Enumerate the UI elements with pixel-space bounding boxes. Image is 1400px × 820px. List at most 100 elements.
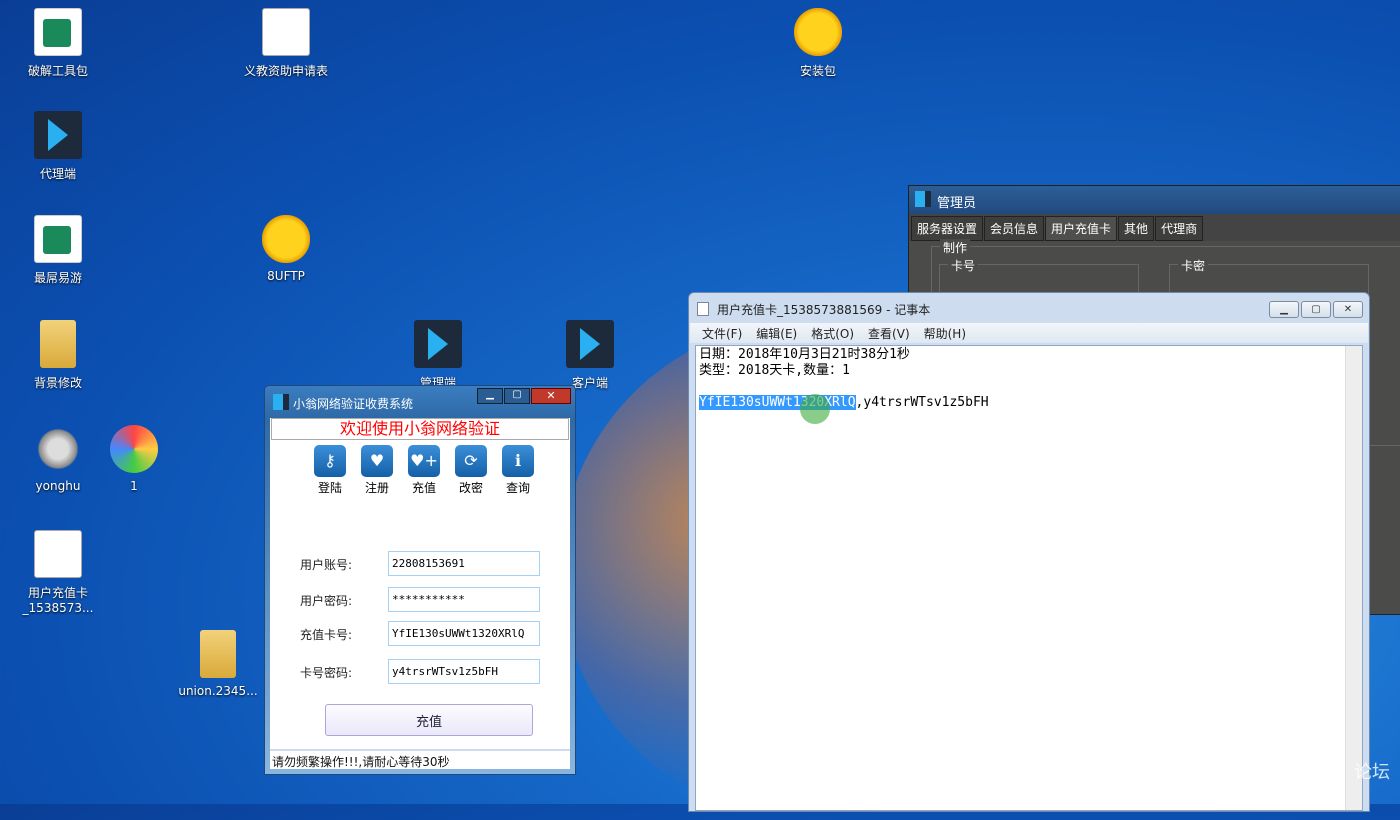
pic-file-icon	[110, 425, 158, 473]
recharge-submit-button[interactable]: 充值	[325, 704, 533, 736]
toolbar-button-label: 注册	[364, 481, 389, 495]
client-title: 小翁网络验证收费系统	[293, 397, 414, 411]
menu-help[interactable]: 帮助(H)	[924, 325, 966, 341]
desktop-icon-label: 用户充值卡_1538573...	[22, 586, 94, 615]
folder-file-icon	[200, 630, 236, 678]
minimize-button[interactable]: ▁	[1269, 301, 1299, 318]
field-label: 充值卡号:	[300, 628, 353, 642]
card-no-label: 卡号	[948, 257, 979, 274]
notepad-window[interactable]: 用户充值卡_1538573881569 - 记事本 ▁ ▢ ✕ 文件(F) 编辑(E…	[688, 292, 1370, 812]
ftp-file-icon	[794, 8, 842, 56]
client-toolbar: ⚷ 登陆 ♥ 注册 ♥+ 充值 ⟳ 改密 ℹ 查询	[270, 440, 570, 496]
toolbar-button[interactable]: ♥+ 充值	[406, 445, 442, 496]
toolbar-button-label: 充值	[411, 481, 436, 495]
app-logo-icon	[915, 191, 931, 207]
notepad-titlebar[interactable]: 用户充值卡_1538573881569 - 记事本 ▁ ▢ ✕	[689, 293, 1369, 323]
tab-other[interactable]: 其他	[1118, 216, 1155, 241]
form-row: 用户密码:	[300, 587, 540, 612]
selected-text: YfIE130sUWWt1320XRlQ	[699, 395, 856, 410]
tab-server-settings[interactable]: 服务器设置	[911, 216, 984, 241]
desktop-icon[interactable]: 破解工具包	[13, 8, 103, 79]
admin-titlebar[interactable]: 管理员	[909, 186, 1400, 214]
desktop-icon[interactable]: 义教资助申请表	[241, 8, 331, 79]
toolbar-button-label: 改密	[458, 481, 483, 495]
field-input[interactable]	[388, 587, 540, 612]
desktop-icon[interactable]: 最屌易游	[13, 215, 103, 286]
close-button[interactable]: ✕	[531, 388, 571, 404]
tab-recharge-cards[interactable]: 用户充值卡	[1045, 216, 1118, 241]
notepad-text-area[interactable]: 日期：2018年10月3日21时38分1秒 类型：2018天卡,数量：1 YfI…	[695, 345, 1363, 811]
desktop-icon[interactable]: union.2345...	[173, 630, 263, 698]
form-row: 用户账号:	[300, 551, 540, 576]
admin-title: 管理员	[937, 196, 977, 211]
ftp-file-icon	[262, 215, 310, 263]
toolbar-button-label: 查询	[505, 481, 530, 495]
text-line-type: 类型：2018天卡,数量：1	[699, 363, 850, 378]
desktop-icon-label: 最屌易游	[33, 271, 82, 285]
menu-view[interactable]: 查看(V)	[868, 325, 910, 341]
gear-file-icon	[34, 425, 82, 473]
doc-file-icon	[34, 530, 82, 578]
client-window[interactable]: 小翁网络验证收费系统 ▁ ▢ ✕ 欢迎使用小翁网络验证 ⚷ 登陆 ♥ 注册 ♥+ 充值 ⟳ 改…	[264, 385, 576, 775]
doc-file-icon	[262, 8, 310, 56]
desktop-icon-label: 1	[130, 479, 138, 493]
close-button[interactable]: ✕	[1333, 301, 1363, 318]
make-group-label: 制作	[940, 239, 971, 256]
desktop-icon-label: 义教资助申请表	[243, 64, 328, 78]
toolbar-button-label: 登陆	[317, 481, 342, 495]
maximize-button[interactable]: ▢	[504, 388, 530, 404]
bird-file-icon	[566, 320, 614, 368]
field-input[interactable]	[388, 551, 540, 576]
folder-file-icon	[40, 320, 76, 368]
client-titlebar[interactable]: 小翁网络验证收费系统 ▁ ▢ ✕	[265, 386, 575, 418]
tab-agents[interactable]: 代理商	[1155, 216, 1204, 241]
desktop-icon[interactable]: 代理端	[13, 111, 103, 182]
desktop-icon-label: 8UFTP	[267, 269, 305, 283]
toolbar-button[interactable]: ⚷ 登陆	[312, 445, 348, 496]
minimize-button[interactable]: ▁	[477, 388, 503, 404]
status-bar: 请勿频繁操作!!!,请耐心等待30秒	[270, 749, 570, 769]
green-file-icon	[34, 8, 82, 56]
welcome-banner: 欢迎使用小翁网络验证	[271, 418, 569, 440]
toolbar-button[interactable]: ⟳ 改密	[453, 445, 489, 496]
field-input[interactable]	[388, 659, 540, 684]
maximize-button[interactable]: ▢	[1301, 301, 1331, 318]
desktop-icon[interactable]: 管理端	[393, 320, 483, 391]
info-icon: ℹ	[502, 445, 534, 477]
text-line-card: YfIE130sUWWt1320XRlQ,y4trsrWTsv1z5bFH	[699, 395, 1359, 411]
text-line-date: 日期：2018年10月3日21时38分1秒	[699, 347, 910, 362]
card-pwd-label: 卡密	[1178, 257, 1209, 274]
watermark: 论坛	[1354, 762, 1390, 783]
notepad-title: 用户充值卡_1538573881569 - 记事本	[717, 303, 931, 317]
desktop-icon[interactable]: 8UFTP	[241, 215, 331, 283]
notepad-icon	[697, 302, 709, 316]
desktop-icon[interactable]: 1	[89, 425, 179, 493]
bird-file-icon	[34, 111, 82, 159]
green-file-icon	[34, 215, 82, 263]
desktop-icon-label: 背景修改	[33, 376, 82, 390]
heart-icon: ♥	[361, 445, 393, 477]
desktop-icon[interactable]: 安装包	[773, 8, 863, 79]
tab-member-info[interactable]: 会员信息	[984, 216, 1045, 241]
key-icon: ⚷	[314, 445, 346, 477]
desktop-icon-label: 破解工具包	[27, 64, 88, 78]
menu-edit[interactable]: 编辑(E)	[756, 325, 797, 341]
desktop-icon[interactable]: 用户充值卡_1538573...	[13, 530, 103, 615]
desktop-icon[interactable]: 背景修改	[13, 320, 103, 391]
form-row: 充值卡号:	[300, 621, 540, 646]
desktop-icon-label: union.2345...	[178, 684, 258, 698]
menu-format[interactable]: 格式(O)	[811, 325, 854, 341]
desktop-icon-label: 安装包	[799, 64, 836, 78]
toolbar-button[interactable]: ℹ 查询	[500, 445, 536, 496]
heart-plus-icon: ♥+	[408, 445, 440, 477]
field-input[interactable]	[388, 621, 540, 646]
desktop-icon[interactable]: 客户端	[545, 320, 635, 391]
vertical-scrollbar[interactable]	[1345, 346, 1362, 810]
form-row: 卡号密码:	[300, 659, 540, 684]
toolbar-button[interactable]: ♥ 注册	[359, 445, 395, 496]
bird-file-icon	[414, 320, 462, 368]
menu-file[interactable]: 文件(F)	[702, 325, 742, 341]
text-card-password: ,y4trsrWTsv1z5bFH	[855, 395, 989, 410]
field-label: 卡号密码:	[300, 666, 353, 680]
app-logo-icon	[273, 394, 289, 410]
